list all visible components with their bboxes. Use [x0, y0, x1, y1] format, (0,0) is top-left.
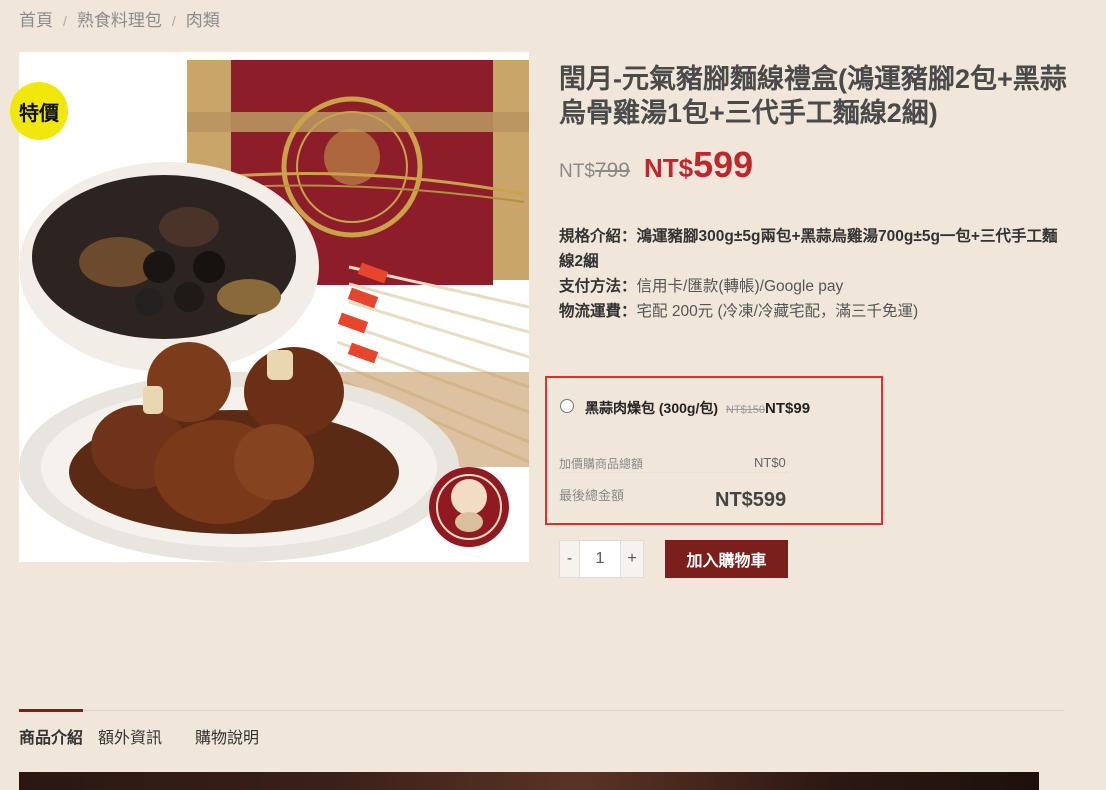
- sale-price-value: 599: [693, 144, 754, 185]
- addon-new-price: NT$99: [765, 400, 811, 417]
- sale-badge: 特價: [10, 82, 68, 140]
- addon-name: 黑蒜肉燥包 (300g/包): [585, 400, 719, 416]
- active-tab-indicator: [19, 709, 83, 712]
- payment-label: 支付方法：: [559, 278, 637, 295]
- tab-shopping-guide[interactable]: 購物說明: [195, 724, 259, 748]
- product-tabs: 商品介紹 額外資訊 購物說明: [19, 724, 274, 748]
- tabs-divider: [19, 710, 1064, 711]
- product-title: 閏月-元氣豬腳麵線禮盒(鴻運豬腳2包+黑蒜烏骨雞湯1包+三代手工麵線2綑): [559, 64, 1067, 128]
- description-banner-image: [19, 772, 1039, 790]
- breadcrumb-category-link[interactable]: 熟食料理包: [77, 11, 162, 30]
- sale-price: NT$599: [644, 144, 753, 186]
- product-photo: [19, 52, 529, 562]
- addon-old-price: NT$150: [725, 404, 766, 416]
- product-specs: 規格介紹：鴻運豬腳300g±5g兩包+黑蒜烏雞湯700g±5g一包+三代手工麵線…: [559, 224, 1059, 324]
- quantity-plus-button[interactable]: +: [620, 540, 644, 578]
- sale-price-currency: NT$: [643, 153, 694, 183]
- payment-value: 信用卡/匯款(轉帳)/Google pay: [636, 278, 844, 295]
- shipping-value: 宅配 200元 (冷凍/冷藏宅配，滿三千免運): [636, 303, 919, 320]
- old-price-currency: NT$: [559, 161, 595, 182]
- addon-radio[interactable]: [560, 399, 574, 413]
- old-price-value: 799: [594, 159, 630, 182]
- breadcrumb-current-link[interactable]: 肉類: [186, 11, 220, 30]
- final-total-label: 最後總金額: [559, 488, 625, 503]
- addon-total-value: NT$0: [754, 455, 786, 470]
- add-to-cart-button[interactable]: 加入購物車: [665, 540, 788, 578]
- shipping-label: 物流運費：: [559, 303, 637, 320]
- breadcrumb-home-link[interactable]: 首頁: [19, 11, 53, 30]
- addon-purchase-box: 黑蒜肉燥包 (300g/包) NT$150NT$99 加價購商品總額 NT$0 …: [545, 376, 883, 525]
- price-row: NT$799 NT$599: [559, 144, 753, 186]
- quantity-input[interactable]: [580, 540, 620, 578]
- old-price: NT$799: [559, 159, 630, 183]
- shipping-line: 物流運費：宅配 200元 (冷凍/冷藏宅配，滿三千免運): [559, 299, 1059, 324]
- breadcrumb-separator: /: [171, 13, 176, 29]
- addon-item-label[interactable]: 黑蒜肉燥包 (300g/包) NT$150NT$99: [585, 398, 810, 418]
- tab-additional-info[interactable]: 額外資訊: [98, 724, 162, 748]
- spec-label: 規格介紹：: [559, 228, 637, 245]
- final-total-value: NT$599: [715, 489, 787, 511]
- breadcrumb-separator: /: [63, 13, 67, 29]
- quantity-stepper: - +: [559, 540, 644, 578]
- payment-line: 支付方法：信用卡/匯款(轉帳)/Google pay: [559, 274, 1059, 299]
- quantity-minus-button[interactable]: -: [559, 540, 580, 578]
- addon-total-label: 加價購商品總額: [559, 457, 644, 471]
- breadcrumb: 首頁 / 熟食料理包 / 肉類: [19, 6, 220, 31]
- product-image[interactable]: [19, 52, 529, 562]
- spec-line: 規格介紹：鴻運豬腳300g±5g兩包+黑蒜烏雞湯700g±5g一包+三代手工麵線…: [559, 224, 1059, 274]
- tab-description[interactable]: 商品介紹: [19, 724, 83, 748]
